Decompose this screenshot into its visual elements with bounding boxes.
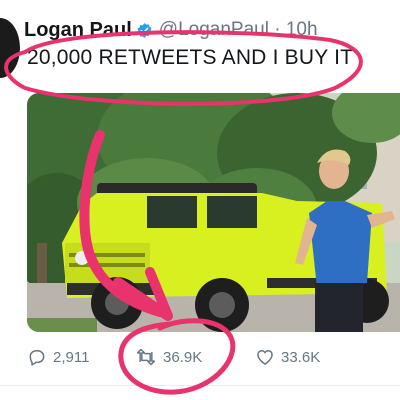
author-handle-time[interactable]: @LoganPaul · 10h (159, 19, 318, 41)
tweet-image[interactable] (27, 93, 400, 332)
reply-icon (29, 350, 45, 366)
verified-badge-icon (137, 22, 152, 38)
reply-button[interactable]: 2,911 (27, 343, 89, 371)
tweet-actions: 2,911 36.9K 33.6K (27, 343, 400, 371)
divider (0, 385, 400, 386)
retweet-count: 36.9K (163, 348, 203, 366)
retweet-button[interactable]: 36.9K (135, 343, 202, 371)
reply-count: 2,911 (53, 348, 90, 366)
author-avatar[interactable] (0, 18, 20, 78)
tweet-text: 20,000 RETWEETS AND I BUY IT (27, 46, 354, 69)
lawn (27, 318, 97, 332)
like-button[interactable]: 33.6K (255, 343, 320, 371)
tweet-header: Logan Paul @LoganPaul · 10h (24, 18, 392, 42)
author-name[interactable]: Logan Paul (24, 19, 132, 42)
like-count: 33.6K (281, 348, 321, 366)
retweet-icon (136, 348, 156, 366)
like-icon (257, 350, 273, 365)
